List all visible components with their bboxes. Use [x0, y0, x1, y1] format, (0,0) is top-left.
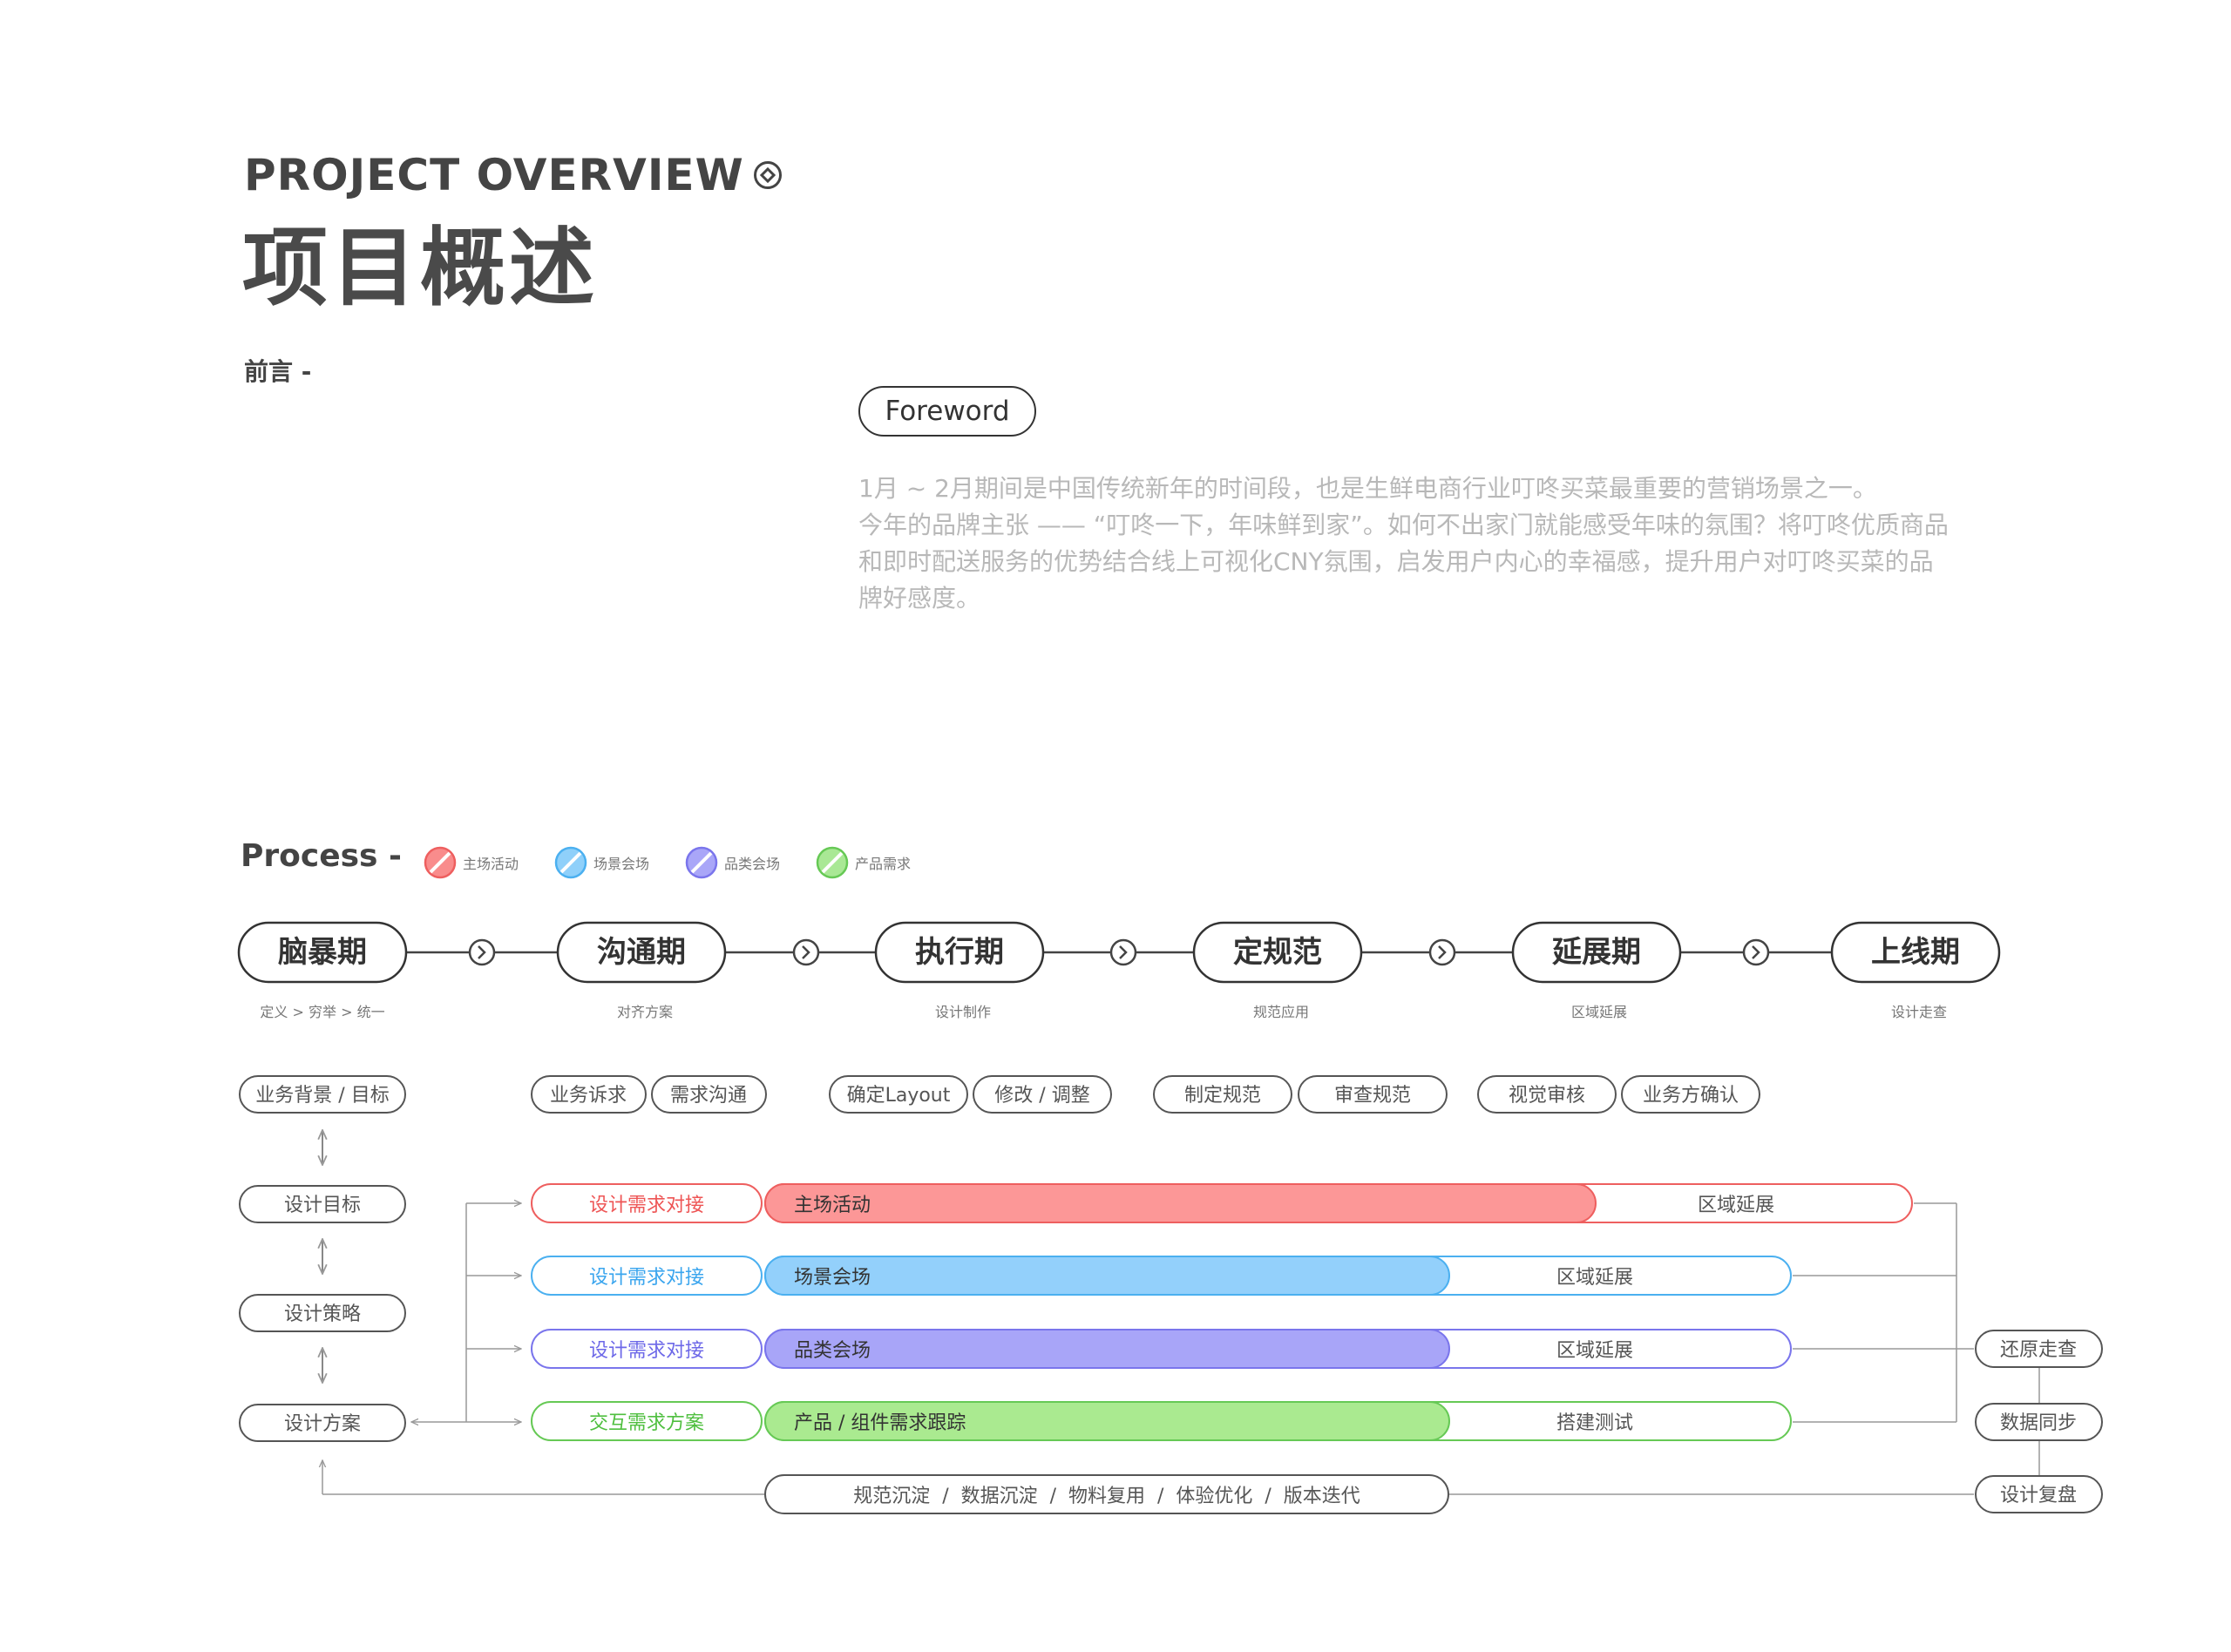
phase-name: 上线期 — [1871, 935, 1960, 970]
task-label: 业务诉求 — [550, 1085, 627, 1107]
track-end-label: 区域延展 — [1556, 1267, 1633, 1289]
track-row-main: 设计需求对接 主场活动 区域延展 — [531, 1183, 1913, 1223]
project-overview-page: PROJECT OVERVIEW 项目概述 前言 - Foreword 1月 ~… — [0, 0, 2231, 1652]
bottom-summary-label: 规范沉淀 / 数据沉淀 / 物料复用 / 体验优化 / 版本迭代 — [853, 1486, 1360, 1507]
phase-pill: 延展期 — [1511, 921, 1682, 984]
phase-name: 延展期 — [1552, 935, 1641, 970]
task-pill: 业务方确认 — [1621, 1075, 1760, 1114]
task-label: 修改 / 调整 — [994, 1085, 1089, 1107]
task-pill: 业务背景 / 目标 — [239, 1075, 406, 1114]
right-chain-label: 设计复盘 — [2000, 1485, 2077, 1506]
task-label: 审查规范 — [1334, 1085, 1411, 1107]
phase-name: 脑暴期 — [278, 935, 367, 970]
phase-pill: 沟通期 — [556, 921, 727, 984]
left-chain-node: 设计策略 — [239, 1294, 406, 1332]
task-pill: 需求沟通 — [651, 1075, 767, 1114]
track-row-product: 交互需求方案 产品 / 组件需求跟踪 搭建测试 — [531, 1401, 1792, 1441]
task-label: 视觉审核 — [1509, 1085, 1585, 1107]
task-pill: 审查规范 — [1298, 1075, 1448, 1114]
track-end-label: 区域延展 — [1698, 1195, 1774, 1216]
phase-pill: 执行期 — [874, 921, 1045, 984]
task-pill: 确定Layout — [829, 1075, 968, 1114]
chevron-right-icon — [468, 938, 496, 966]
right-chain: 还原走查 数据同步 设计复盘 — [1975, 1330, 2103, 1513]
chevron-right-icon — [1742, 938, 1770, 966]
track-main-label: 主场活动 — [794, 1195, 871, 1216]
left-chain-node: 设计方案 — [239, 1404, 406, 1442]
track-start-label: 交互需求方案 — [589, 1412, 704, 1434]
task-label: 需求沟通 — [670, 1085, 747, 1107]
track-start-label: 设计需求对接 — [589, 1340, 704, 1362]
chevron-right-icon — [1428, 938, 1456, 966]
phase-name: 沟通期 — [597, 935, 686, 970]
track-end-label: 区域延展 — [1556, 1340, 1633, 1362]
track-main-label: 产品 / 组件需求跟踪 — [794, 1412, 966, 1434]
task-pills: 业务背景 / 目标 业务诉求 需求沟通 确定Layout 修改 / 调整 制定规… — [239, 1075, 1760, 1114]
left-chain: 设计目标 设计策略 设计方案 — [239, 1130, 406, 1442]
left-chain-node: 设计目标 — [239, 1185, 406, 1223]
right-chain-node: 设计复盘 — [1975, 1475, 2103, 1513]
task-pill: 制定规范 — [1153, 1075, 1292, 1114]
left-chain-label: 设计方案 — [284, 1413, 361, 1435]
left-chain-label: 设计策略 — [284, 1303, 361, 1325]
track-start-label: 设计需求对接 — [589, 1267, 704, 1289]
task-pill: 业务诉求 — [531, 1075, 647, 1114]
track-progress-fill — [764, 1183, 1597, 1223]
task-label: 制定规范 — [1184, 1085, 1261, 1107]
phase-name: 执行期 — [915, 935, 1004, 970]
track-end-label: 搭建测试 — [1556, 1412, 1633, 1434]
track-row-scene: 设计需求对接 场景会场 区域延展 — [531, 1256, 1792, 1296]
phase-pill: 脑暴期 — [237, 921, 408, 984]
chevron-right-icon — [792, 938, 820, 966]
right-chain-label: 数据同步 — [2000, 1412, 2077, 1434]
right-chain-label: 还原走查 — [2000, 1339, 2077, 1361]
right-chain-node: 还原走查 — [1975, 1330, 2103, 1368]
phase-pill: 上线期 — [1830, 921, 2001, 984]
task-label: 业务背景 / 目标 — [255, 1085, 389, 1107]
task-pill: 修改 / 调整 — [973, 1075, 1112, 1114]
left-chain-label: 设计目标 — [284, 1195, 361, 1216]
right-chain-node: 数据同步 — [1975, 1403, 2103, 1441]
track-start-label: 设计需求对接 — [589, 1195, 704, 1216]
track-main-label: 品类会场 — [794, 1340, 871, 1362]
chevron-right-icon — [1109, 938, 1137, 966]
phase-pill: 定规范 — [1192, 921, 1363, 984]
bottom-summary-bar: 规范沉淀 / 数据沉淀 / 物料复用 / 体验优化 / 版本迭代 — [764, 1474, 1449, 1514]
track-row-category: 设计需求对接 品类会场 区域延展 — [531, 1329, 1792, 1369]
task-label: 业务方确认 — [1643, 1085, 1739, 1107]
track-main-label: 场景会场 — [794, 1267, 871, 1289]
phase-name: 定规范 — [1233, 935, 1322, 970]
process-diagram: 脑暴期 沟通期 执行期 定规范 延展期 上线期 业务背景 / 目标 业务诉求 需… — [237, 921, 2103, 1514]
task-label: 确定Layout — [847, 1085, 951, 1107]
task-pill: 视觉审核 — [1477, 1075, 1617, 1114]
